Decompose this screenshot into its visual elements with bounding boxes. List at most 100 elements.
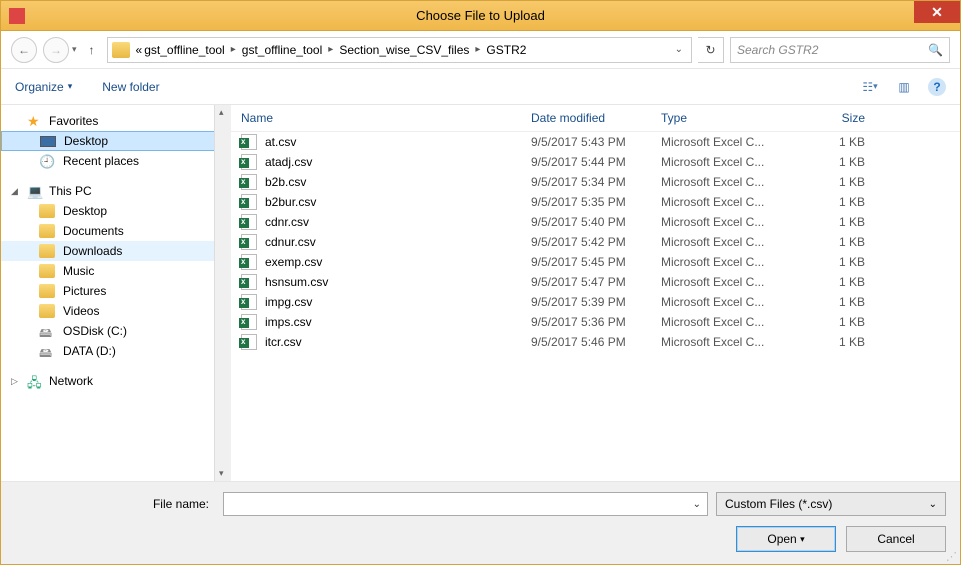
file-name: b2b.csv: [265, 175, 306, 189]
file-date: 9/5/2017 5:47 PM: [531, 275, 661, 289]
history-dropdown-icon[interactable]: ▾: [72, 44, 77, 55]
sidebar-item-pictures[interactable]: Pictures: [1, 281, 231, 301]
split-button-caret-icon: ▾: [800, 534, 805, 545]
up-button[interactable]: ↑: [83, 41, 101, 59]
preview-pane-button[interactable]: ▥: [894, 78, 914, 96]
sidebar-thispc[interactable]: ◢ 💻 This PC: [1, 181, 231, 201]
breadcrumb[interactable]: « gst_offline_tool▸ gst_offline_tool▸ Se…: [107, 37, 692, 63]
folder-icon: [39, 224, 55, 238]
file-date: 9/5/2017 5:45 PM: [531, 255, 661, 269]
forward-button[interactable]: →: [43, 37, 69, 63]
file-name: cdnr.csv: [265, 215, 309, 229]
new-folder-button[interactable]: New folder: [102, 80, 159, 94]
sidebar-item-label: Desktop: [64, 134, 108, 148]
organize-menu[interactable]: Organize▾: [15, 80, 72, 94]
file-row[interactable]: itcr.csv9/5/2017 5:46 PMMicrosoft Excel …: [231, 332, 960, 352]
file-list: Name Date modified Type Size at.csv9/5/2…: [231, 105, 960, 481]
file-row[interactable]: exemp.csv9/5/2017 5:45 PMMicrosoft Excel…: [231, 252, 960, 272]
sidebar-network[interactable]: ▷ 🖧 Network: [1, 371, 231, 391]
column-header-type[interactable]: Type: [661, 111, 801, 125]
close-button[interactable]: ✕: [914, 1, 960, 23]
pc-icon: 💻: [27, 184, 43, 198]
dialog-body: ★ Favorites Desktop 🕘 Recent places ◢ 💻 …: [1, 105, 960, 481]
file-type: Microsoft Excel C...: [661, 275, 801, 289]
file-row[interactable]: atadj.csv9/5/2017 5:44 PMMicrosoft Excel…: [231, 152, 960, 172]
file-row[interactable]: b2b.csv9/5/2017 5:34 PMMicrosoft Excel C…: [231, 172, 960, 192]
chevron-down-icon: ▾: [68, 81, 73, 92]
sidebar-item-desktop2[interactable]: Desktop: [1, 201, 231, 221]
file-size: 1 KB: [801, 135, 881, 149]
file-size: 1 KB: [801, 235, 881, 249]
breadcrumb-dropdown-icon[interactable]: ⌄: [675, 44, 687, 55]
excel-file-icon: [241, 334, 257, 350]
sidebar-scrollbar[interactable]: [214, 105, 231, 481]
expand-icon: ◢: [11, 186, 21, 197]
toolbar: Organize▾ New folder ☷ ▾ ▥ ?: [1, 69, 960, 105]
file-name: b2bur.csv: [265, 195, 316, 209]
filename-input[interactable]: ⌄: [223, 492, 708, 516]
sidebar-item-osdisk[interactable]: 🖴OSDisk (C:): [1, 321, 231, 341]
file-row[interactable]: at.csv9/5/2017 5:43 PMMicrosoft Excel C.…: [231, 132, 960, 152]
filename-label: File name:: [15, 497, 215, 511]
file-date: 9/5/2017 5:42 PM: [531, 235, 661, 249]
sidebar-item-label: DATA (D:): [63, 344, 116, 358]
excel-file-icon: [241, 194, 257, 210]
sidebar-favorites[interactable]: ★ Favorites: [1, 111, 231, 131]
folder-icon: [39, 264, 55, 278]
excel-file-icon: [241, 174, 257, 190]
chevron-down-icon: ▾: [873, 81, 878, 92]
cancel-button[interactable]: Cancel: [846, 526, 946, 552]
file-type: Microsoft Excel C...: [661, 135, 801, 149]
back-button[interactable]: ←: [11, 37, 37, 63]
search-placeholder: Search GSTR2: [737, 43, 818, 57]
file-name: hsnsum.csv: [265, 275, 328, 289]
network-icon: 🖧: [27, 374, 43, 388]
file-date: 9/5/2017 5:36 PM: [531, 315, 661, 329]
column-header-name[interactable]: Name: [241, 111, 531, 125]
excel-file-icon: [241, 134, 257, 150]
column-header-size[interactable]: Size: [801, 111, 881, 125]
sidebar-item-downloads[interactable]: Downloads: [1, 241, 231, 261]
breadcrumb-seg[interactable]: Section_wise_CSV_files: [339, 43, 469, 57]
excel-file-icon: [241, 314, 257, 330]
sidebar-item-desktop[interactable]: Desktop: [1, 131, 231, 151]
column-header-row: Name Date modified Type Size: [231, 105, 960, 132]
drive-icon: 🖴: [39, 324, 55, 338]
file-name: cdnur.csv: [265, 235, 316, 249]
nav-sidebar: ★ Favorites Desktop 🕘 Recent places ◢ 💻 …: [1, 105, 231, 481]
view-options-button[interactable]: ☷ ▾: [860, 78, 880, 96]
breadcrumb-seg[interactable]: gst_offline_tool: [144, 43, 225, 57]
file-row[interactable]: cdnur.csv9/5/2017 5:42 PMMicrosoft Excel…: [231, 232, 960, 252]
breadcrumb-seg[interactable]: gst_offline_tool: [242, 43, 323, 57]
drive-icon: 🖴: [39, 344, 55, 358]
file-row[interactable]: b2bur.csv9/5/2017 5:35 PMMicrosoft Excel…: [231, 192, 960, 212]
file-row[interactable]: imps.csv9/5/2017 5:36 PMMicrosoft Excel …: [231, 312, 960, 332]
sidebar-item-documents[interactable]: Documents: [1, 221, 231, 241]
file-date: 9/5/2017 5:39 PM: [531, 295, 661, 309]
file-row[interactable]: impg.csv9/5/2017 5:39 PMMicrosoft Excel …: [231, 292, 960, 312]
file-type-filter[interactable]: Custom Files (*.csv) ⌄: [716, 492, 946, 516]
help-button[interactable]: ?: [928, 78, 946, 96]
file-row[interactable]: hsnsum.csv 9/5/2017 5:47 PMMicrosoft Exce…: [231, 272, 960, 292]
file-row[interactable]: cdnr.csv9/5/2017 5:40 PMMicrosoft Excel …: [231, 212, 960, 232]
file-size: 1 KB: [801, 295, 881, 309]
open-button[interactable]: Open ▾: [736, 526, 836, 552]
file-name: impg.csv: [265, 295, 312, 309]
sidebar-item-data[interactable]: 🖴 DATA (D:): [1, 341, 231, 361]
file-rows-container: at.csv9/5/2017 5:43 PMMicrosoft Excel C.…: [231, 132, 960, 481]
file-date: 9/5/2017 5:40 PM: [531, 215, 661, 229]
refresh-button[interactable]: ↻: [698, 37, 724, 63]
expand-icon: ▷: [11, 376, 21, 387]
chevron-down-icon: ⌄: [693, 499, 701, 510]
recent-icon: 🕘: [39, 154, 55, 168]
sidebar-item-recent[interactable]: 🕘 Recent places: [1, 151, 231, 171]
sidebar-item-videos[interactable]: Videos: [1, 301, 231, 321]
column-header-date[interactable]: Date modified: [531, 111, 661, 125]
chevron-right-icon: ▸: [324, 44, 337, 55]
file-dialog-window: Choose File to Upload ✕ ← → ▾ ↑ « gst_of…: [0, 0, 961, 565]
nav-bar: ← → ▾ ↑ « gst_offline_tool▸ gst_offline_…: [1, 31, 960, 69]
sidebar-item-music[interactable]: Music: [1, 261, 231, 281]
search-input[interactable]: Search GSTR2 🔍: [730, 37, 950, 63]
chevron-right-icon: ▸: [227, 44, 240, 55]
breadcrumb-seg[interactable]: GSTR2: [486, 43, 526, 57]
